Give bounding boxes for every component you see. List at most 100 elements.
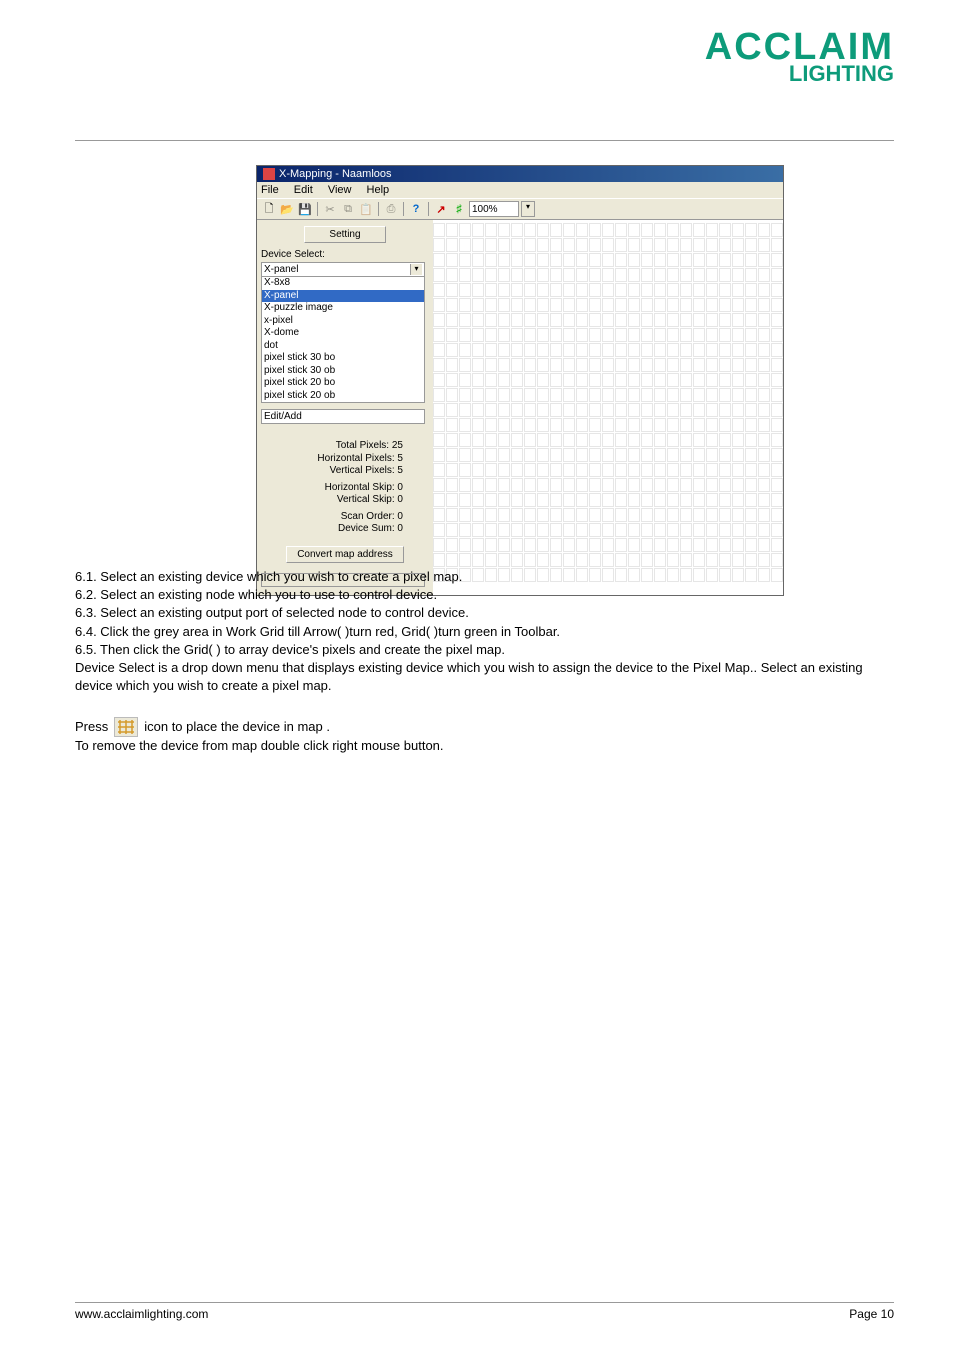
grid-cell[interactable] (628, 403, 640, 417)
grid-cell[interactable] (589, 343, 601, 357)
grid-cell[interactable] (433, 523, 445, 537)
grid-cell[interactable] (433, 298, 445, 312)
grid-cell[interactable] (433, 253, 445, 267)
grid-cell[interactable] (576, 478, 588, 492)
grid-cell[interactable] (537, 343, 549, 357)
grid-cell[interactable] (628, 223, 640, 237)
grid-cell[interactable] (654, 493, 666, 507)
grid-cell[interactable] (628, 283, 640, 297)
grid-cell[interactable] (732, 313, 744, 327)
grid-cell[interactable] (628, 433, 640, 447)
grid-cell[interactable] (576, 418, 588, 432)
grid-cell[interactable] (654, 433, 666, 447)
grid-cell[interactable] (745, 328, 757, 342)
grid-cell[interactable] (771, 343, 783, 357)
grid-cell[interactable] (745, 493, 757, 507)
grid-cell[interactable] (576, 388, 588, 402)
grid-cell[interactable] (511, 493, 523, 507)
grid-cell[interactable] (693, 328, 705, 342)
grid-cell[interactable] (576, 523, 588, 537)
grid-cell[interactable] (667, 433, 679, 447)
grid-cell[interactable] (706, 343, 718, 357)
grid-cell[interactable] (498, 283, 510, 297)
grid-cell[interactable] (524, 388, 536, 402)
grid-cell[interactable] (524, 328, 536, 342)
device-option[interactable]: dot (262, 340, 424, 353)
grid-cell[interactable] (680, 523, 692, 537)
grid-cell[interactable] (602, 253, 614, 267)
grid-cell[interactable] (459, 478, 471, 492)
grid-cell[interactable] (758, 463, 770, 477)
grid-cell[interactable] (459, 538, 471, 552)
grid-cell[interactable] (485, 478, 497, 492)
grid-cell[interactable] (498, 523, 510, 537)
grid-cell[interactable] (563, 478, 575, 492)
device-option[interactable]: pixel stick 30 ob (262, 365, 424, 378)
grid-cell[interactable] (498, 343, 510, 357)
grid-cell[interactable] (459, 463, 471, 477)
grid-cell[interactable] (459, 223, 471, 237)
grid-cell[interactable] (433, 328, 445, 342)
grid-cell[interactable] (459, 508, 471, 522)
grid-cell[interactable] (667, 223, 679, 237)
grid-cell[interactable] (563, 253, 575, 267)
grid-cell[interactable] (511, 373, 523, 387)
grid-cell[interactable] (550, 358, 562, 372)
grid-cell[interactable] (732, 223, 744, 237)
grid-cell[interactable] (758, 523, 770, 537)
grid-cell[interactable] (472, 388, 484, 402)
grid-cell[interactable] (537, 298, 549, 312)
grid-cell[interactable] (524, 538, 536, 552)
grid-cell[interactable] (706, 223, 718, 237)
grid-cell[interactable] (615, 268, 627, 282)
grid-cell[interactable] (459, 268, 471, 282)
grid-cell[interactable] (667, 523, 679, 537)
grid-cell[interactable] (771, 283, 783, 297)
grid-cell[interactable] (498, 223, 510, 237)
grid-cell[interactable] (706, 493, 718, 507)
grid-cell[interactable] (615, 403, 627, 417)
grid-cell[interactable] (602, 358, 614, 372)
grid-cell[interactable] (511, 253, 523, 267)
grid-cell[interactable] (446, 433, 458, 447)
grid-cell[interactable] (524, 463, 536, 477)
grid-cell[interactable] (615, 538, 627, 552)
grid-cell[interactable] (758, 328, 770, 342)
grid-cell[interactable] (511, 538, 523, 552)
grid-cell[interactable] (758, 538, 770, 552)
grid-cell[interactable] (602, 538, 614, 552)
grid-cell[interactable] (732, 538, 744, 552)
grid-cell[interactable] (680, 328, 692, 342)
device-option[interactable]: pixel stick 30 bo (262, 352, 424, 365)
grid-cell[interactable] (537, 448, 549, 462)
grid-cell[interactable] (446, 328, 458, 342)
grid-cell[interactable] (771, 418, 783, 432)
grid-cell[interactable] (563, 553, 575, 567)
grid-cell[interactable] (485, 493, 497, 507)
grid-cell[interactable] (537, 463, 549, 477)
grid-cell[interactable] (719, 238, 731, 252)
grid-cell[interactable] (758, 448, 770, 462)
grid-cell[interactable] (485, 418, 497, 432)
grid-cell[interactable] (485, 403, 497, 417)
grid-cell[interactable] (537, 418, 549, 432)
grid-cell[interactable] (446, 283, 458, 297)
grid-cell[interactable] (706, 373, 718, 387)
grid-cell[interactable] (446, 298, 458, 312)
grid-cell[interactable] (680, 463, 692, 477)
grid-cell[interactable] (511, 358, 523, 372)
grid-cell[interactable] (667, 253, 679, 267)
grid-cell[interactable] (693, 358, 705, 372)
grid-cell[interactable] (485, 313, 497, 327)
grid-cell[interactable] (719, 478, 731, 492)
grid-cell[interactable] (615, 253, 627, 267)
grid-cell[interactable] (745, 463, 757, 477)
grid-cell[interactable] (641, 388, 653, 402)
grid-cell[interactable] (602, 328, 614, 342)
grid-cell[interactable] (732, 493, 744, 507)
grid-cell[interactable] (771, 493, 783, 507)
grid-cell[interactable] (719, 223, 731, 237)
grid-cell[interactable] (628, 253, 640, 267)
grid-cell[interactable] (602, 373, 614, 387)
grid-cell[interactable] (589, 403, 601, 417)
